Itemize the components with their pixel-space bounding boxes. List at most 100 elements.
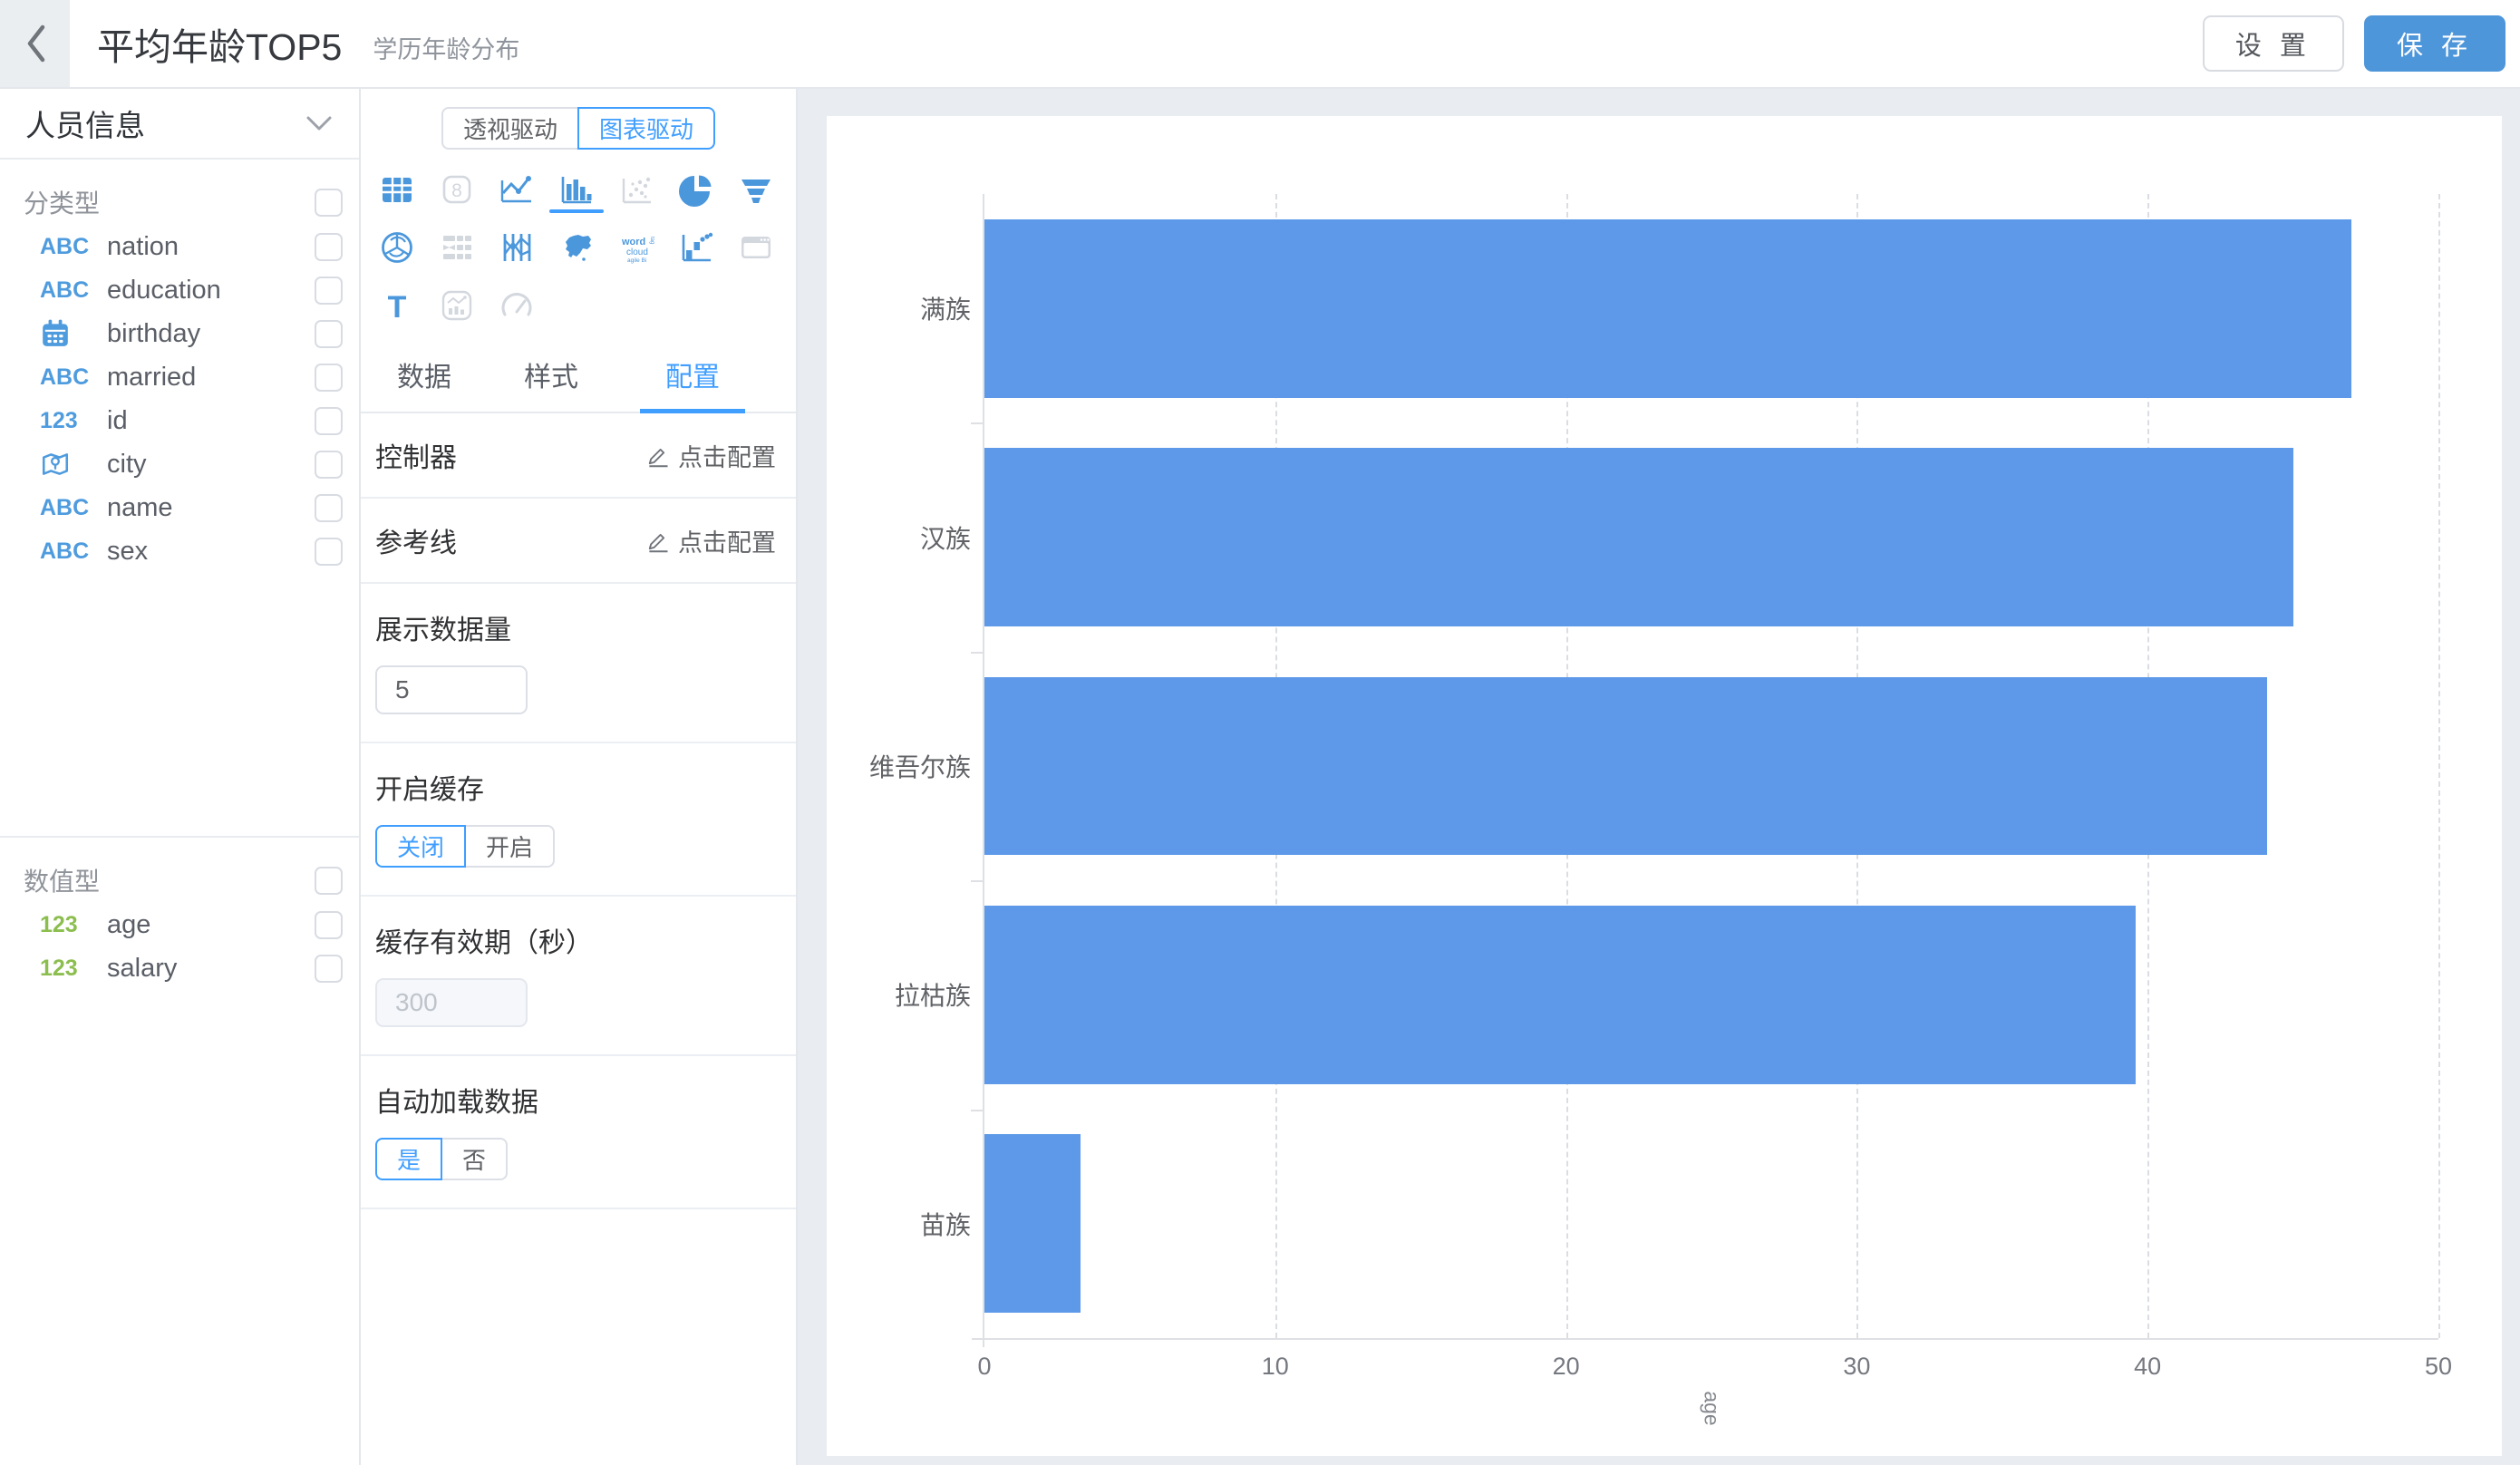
line-chart-icon[interactable] bbox=[499, 171, 535, 211]
back-button[interactable] bbox=[0, 0, 70, 87]
crosstab-chart-icon[interactable] bbox=[439, 229, 475, 269]
number-type-icon: 123 bbox=[40, 912, 107, 938]
field-checkbox[interactable] bbox=[315, 407, 343, 435]
svg-text:T: T bbox=[388, 290, 407, 324]
field-row-birthday[interactable]: birthday bbox=[0, 312, 359, 355]
save-button[interactable]: 保 存 bbox=[2364, 15, 2505, 72]
bar-chart-icon[interactable] bbox=[558, 171, 595, 211]
field-name: city bbox=[107, 450, 147, 480]
configure-label: 点击配置 bbox=[678, 438, 776, 473]
table-chart-icon[interactable] bbox=[379, 171, 415, 211]
selected-chart-underline bbox=[549, 209, 604, 213]
panel-tabs: 数据 样式 配置 bbox=[361, 345, 796, 413]
cache-on-button[interactable]: 开启 bbox=[464, 825, 555, 868]
text-type-icon: ABC bbox=[40, 234, 107, 260]
field-checkbox[interactable] bbox=[315, 277, 343, 305]
controller-configure-button[interactable]: 点击配置 bbox=[645, 438, 776, 473]
field-row-nation[interactable]: ABC nation bbox=[0, 225, 359, 268]
chart-bar[interactable] bbox=[984, 906, 2136, 1084]
autoload-label: 自动加载数据 bbox=[375, 1080, 776, 1120]
dataset-selector[interactable]: 人员信息 bbox=[0, 89, 359, 160]
field-checkbox[interactable] bbox=[315, 364, 343, 392]
chevron-left-icon bbox=[23, 22, 48, 65]
mix-chart-icon[interactable] bbox=[439, 287, 475, 327]
mode-toggle: 透视驱动 图表驱动 bbox=[361, 107, 796, 150]
china-map-icon[interactable] bbox=[558, 229, 595, 269]
display-count-label: 展示数据量 bbox=[375, 607, 776, 647]
field-checkbox[interactable] bbox=[315, 320, 343, 348]
funnel-chart-icon[interactable] bbox=[738, 171, 774, 211]
field-name: sex bbox=[107, 537, 148, 567]
dimension-section-header: 分类型 bbox=[0, 179, 359, 225]
field-row-name[interactable]: ABC name bbox=[0, 486, 359, 529]
svg-text:cloud: cloud bbox=[626, 247, 648, 257]
divider bbox=[0, 836, 359, 838]
x-tick-label: 30 bbox=[1843, 1353, 1870, 1381]
field-row-city[interactable]: city bbox=[0, 442, 359, 486]
fields-sidebar: 人员信息 分类型 ABC nation ABC education birthd… bbox=[0, 89, 361, 1465]
app: 平均年龄TOP5 学历年龄分布 设 置 保 存 人员信息 分类型 ABC nat… bbox=[0, 0, 2520, 1465]
chart-bar[interactable] bbox=[984, 219, 2351, 398]
field-checkbox[interactable] bbox=[315, 451, 343, 479]
controller-row: 控制器 点击配置 bbox=[361, 413, 796, 499]
plot-area: age 01020304050满族汉族维吾尔族拉枯族苗族 bbox=[983, 194, 2438, 1340]
cache-off-button[interactable]: 关闭 bbox=[375, 825, 466, 868]
waterfall-chart-icon[interactable] bbox=[678, 229, 714, 269]
scatter-chart-icon[interactable] bbox=[618, 171, 654, 211]
tab-config[interactable]: 配置 bbox=[640, 345, 745, 413]
field-name: married bbox=[107, 363, 196, 393]
field-name: age bbox=[107, 910, 150, 940]
field-checkbox[interactable] bbox=[315, 955, 343, 983]
parallel-chart-icon[interactable] bbox=[499, 229, 535, 269]
text-label-icon[interactable]: T bbox=[379, 287, 415, 327]
chart-bar[interactable] bbox=[984, 448, 2293, 626]
chart-bar[interactable] bbox=[984, 677, 2267, 856]
autoload-block: 自动加载数据 是 否 bbox=[361, 1056, 796, 1209]
text-type-icon: ABC bbox=[40, 277, 107, 304]
cache-ttl-input[interactable] bbox=[375, 978, 528, 1027]
chevron-down-icon bbox=[305, 114, 334, 132]
display-count-input[interactable] bbox=[375, 665, 528, 714]
y-tick-mark bbox=[971, 422, 983, 424]
field-row-age[interactable]: 123 age bbox=[0, 903, 359, 946]
measure-section-header: 数值型 bbox=[0, 858, 359, 903]
edit-pencil-icon bbox=[645, 528, 671, 553]
iframe-window-icon[interactable] bbox=[738, 229, 774, 269]
chart-bar[interactable] bbox=[984, 1134, 1081, 1313]
tab-style[interactable]: 样式 bbox=[513, 345, 589, 412]
dataset-name: 人员信息 bbox=[25, 102, 145, 145]
y-category-label: 满族 bbox=[699, 290, 971, 326]
autoload-no-button[interactable]: 否 bbox=[441, 1138, 508, 1180]
radar-chart-icon[interactable] bbox=[379, 229, 415, 269]
wordcloud-chart-icon[interactable]: wordcloudagile Bi tag bbox=[618, 229, 654, 269]
text-type-icon: ABC bbox=[40, 495, 107, 521]
dimension-select-all-checkbox[interactable] bbox=[315, 189, 343, 217]
autoload-yes-button[interactable]: 是 bbox=[375, 1138, 442, 1180]
tab-data[interactable]: 数据 bbox=[386, 345, 462, 412]
field-row-married[interactable]: ABC married bbox=[0, 355, 359, 399]
field-checkbox[interactable] bbox=[315, 538, 343, 566]
svg-text:tag: tag bbox=[649, 237, 654, 244]
field-checkbox[interactable] bbox=[315, 233, 343, 261]
mode-chart-button[interactable]: 图表驱动 bbox=[577, 107, 715, 150]
measure-select-all-checkbox[interactable] bbox=[315, 867, 343, 895]
number-type-icon: 123 bbox=[40, 408, 107, 434]
spacer bbox=[0, 573, 359, 823]
field-row-id[interactable]: 123 id bbox=[0, 399, 359, 442]
svg-text:word: word bbox=[621, 237, 645, 247]
pie-chart-icon[interactable] bbox=[678, 171, 714, 211]
measure-section-label: 数值型 bbox=[24, 862, 100, 898]
gauge-chart-icon[interactable] bbox=[499, 287, 535, 327]
settings-button[interactable]: 设 置 bbox=[2203, 15, 2344, 72]
field-row-sex[interactable]: ABC sex bbox=[0, 529, 359, 573]
mode-pivot-button[interactable]: 透视驱动 bbox=[441, 107, 579, 150]
field-checkbox[interactable] bbox=[315, 911, 343, 939]
field-row-salary[interactable]: 123 salary bbox=[0, 946, 359, 990]
svg-text:agile Bi: agile Bi bbox=[627, 257, 646, 264]
page-title: 平均年龄TOP5 bbox=[97, 16, 342, 71]
counter-chart-icon[interactable]: 8 bbox=[439, 171, 475, 211]
header-actions: 设 置 保 存 bbox=[2203, 15, 2505, 72]
calendar-icon bbox=[40, 318, 107, 349]
field-checkbox[interactable] bbox=[315, 494, 343, 522]
field-row-education[interactable]: ABC education bbox=[0, 268, 359, 312]
